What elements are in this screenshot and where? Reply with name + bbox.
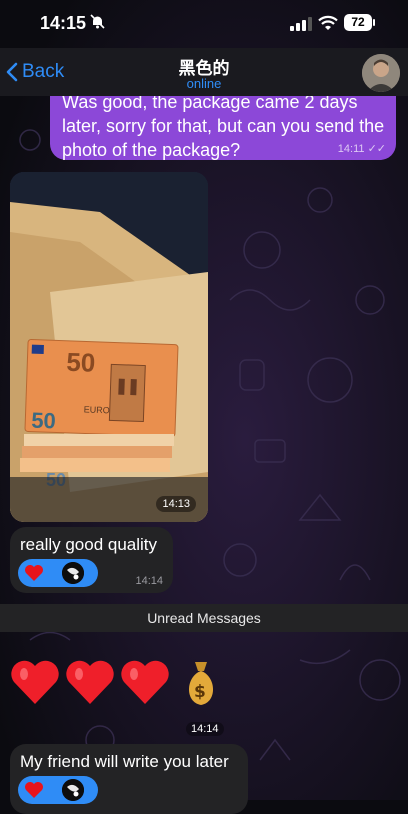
- presence-status: online: [186, 76, 222, 91]
- status-bar: 14:15 72: [0, 0, 408, 48]
- battery-indicator: 72: [344, 14, 375, 31]
- reaction-pill[interactable]: [18, 559, 98, 587]
- heart-icon: [25, 565, 43, 581]
- clock: 14:15: [40, 13, 87, 33]
- reactor-avatar: [62, 562, 84, 584]
- heart-icon: [25, 782, 43, 798]
- contact-avatar[interactable]: [362, 54, 400, 92]
- double-check-icon: ✓✓: [367, 143, 386, 155]
- reactor-avatar: [62, 779, 84, 801]
- svg-text:50: 50: [66, 347, 96, 378]
- heart-icon: [121, 660, 169, 704]
- package-photo: 50 50 EURO 50: [10, 172, 208, 522]
- svg-text:$: $: [194, 682, 206, 702]
- heart-icon: [11, 660, 59, 704]
- message-text: My friend will write you later: [20, 752, 229, 771]
- message-meta: 14:11 ✓✓: [338, 142, 386, 155]
- heart-icon: [66, 660, 114, 704]
- emoji-message[interactable]: $: [10, 660, 230, 712]
- cellular-signal-icon: [290, 17, 312, 31]
- svg-text:EURO: EURO: [84, 404, 110, 415]
- photo-message[interactable]: 50 50 EURO 50 14:13: [10, 172, 208, 522]
- chat-header: Back 黑色的 online: [0, 48, 408, 96]
- svg-text:50: 50: [31, 408, 56, 434]
- message-text: really good quality: [20, 535, 158, 554]
- message-time: 14:14: [135, 575, 163, 587]
- message-bubble-incoming[interactable]: really good quality 14:14: [10, 527, 173, 593]
- bell-slash-icon: [90, 14, 105, 32]
- message-bubble-incoming[interactable]: My friend will write you later: [10, 744, 248, 814]
- wifi-icon: [318, 15, 338, 30]
- photo-time: 14:13: [156, 496, 196, 512]
- unread-messages-divider: Unread Messages: [0, 604, 408, 632]
- money-bag-icon: $: [188, 662, 214, 705]
- emoji-message-time: 14:14: [186, 722, 224, 736]
- message-time: 14:11: [337, 143, 365, 155]
